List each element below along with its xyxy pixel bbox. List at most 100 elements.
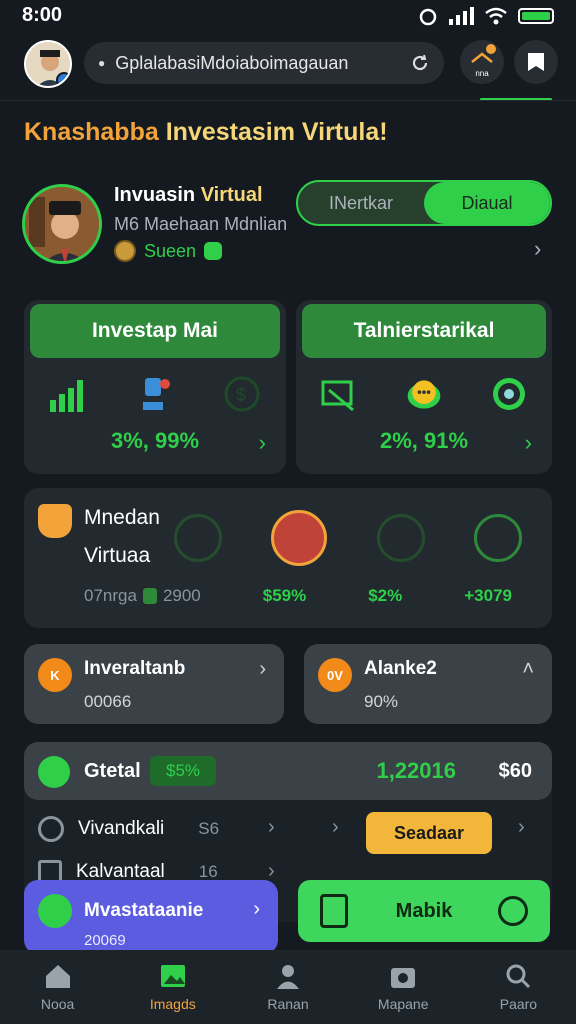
notification-label: nna bbox=[475, 69, 489, 78]
gold-chevron-icon[interactable]: › bbox=[518, 816, 525, 839]
status-text: Sueen bbox=[144, 240, 197, 261]
mode-toggle[interactable]: INertkar Diaual bbox=[296, 180, 552, 226]
invest-card[interactable]: Investap Mai $ 3%, 99% › bbox=[24, 300, 286, 474]
target-icon bbox=[493, 378, 526, 410]
coin-icon bbox=[114, 240, 136, 262]
gear-icon bbox=[376, 514, 425, 562]
virtual-card[interactable]: Mnedan Virtuaa 07nrga 2900 $59% $2% +307… bbox=[24, 488, 552, 628]
alanke-card[interactable]: 0V Alanke2 90% ˄ bbox=[304, 644, 552, 724]
battery-icon bbox=[518, 8, 554, 24]
wallet-icon bbox=[174, 514, 222, 562]
mabik-button[interactable]: Mabik bbox=[298, 880, 550, 942]
tal-card[interactable]: Talnierstarikal 2%, 91% › bbox=[296, 300, 552, 474]
profile-avatar[interactable] bbox=[22, 184, 102, 264]
search-nav-icon bbox=[506, 964, 531, 989]
profile-portrait bbox=[25, 187, 99, 261]
search-bar[interactable]: ● GplalabasiMdoiaboimagauan bbox=[84, 42, 444, 84]
verified-badge-icon bbox=[56, 72, 70, 86]
nav-home[interactable]: Nooa bbox=[0, 950, 115, 1024]
signal-icon bbox=[449, 7, 474, 25]
status-badge-icon bbox=[204, 242, 223, 260]
search-icon: ● bbox=[98, 56, 106, 70]
stat-3: +3079 bbox=[464, 586, 512, 605]
alanke-chevron-up-icon: ˄ bbox=[522, 658, 534, 680]
total-bar[interactable]: Gtetal $5% 1,22016 $60 bbox=[24, 742, 552, 800]
notification-button[interactable]: nna bbox=[460, 40, 504, 84]
page-title-part2: Investasim Virtula! bbox=[165, 118, 388, 146]
toggle-option-1[interactable]: INertkar bbox=[298, 182, 424, 224]
total-currency: $60 bbox=[498, 760, 532, 782]
status-time: 8:00 bbox=[22, 4, 63, 26]
seadaar-button[interactable]: Seadaar bbox=[366, 812, 492, 854]
refresh-icon[interactable] bbox=[410, 53, 430, 73]
nav-home-label: Nooa bbox=[40, 996, 75, 1012]
tal-card-value: 2%, 91% bbox=[379, 428, 469, 453]
page-title: Knashabba Investasim Virtula! bbox=[24, 118, 388, 147]
notification-dot bbox=[486, 44, 496, 54]
footer-left: 07nrga 2900 bbox=[84, 586, 201, 606]
chef-icon bbox=[320, 894, 348, 928]
row-1-amount: S6 bbox=[198, 819, 220, 838]
virtual-card-footer: 07nrga 2900 $59% $2% +3079 bbox=[84, 586, 512, 606]
inveraltanb-card[interactable]: K Inveraltanb 00066 › bbox=[24, 644, 284, 724]
virtual-card-icons bbox=[174, 510, 522, 566]
image-edit-icon bbox=[321, 380, 354, 412]
shield-icon bbox=[38, 504, 72, 538]
row-1-chevron-icon[interactable]: › bbox=[268, 816, 275, 839]
search-input[interactable]: GplalabasiMdoiaboimagauan bbox=[115, 53, 400, 74]
ov-icon: 0V bbox=[318, 658, 352, 692]
alanke-title: Alanke2 bbox=[364, 658, 437, 679]
row-1-chevron2-icon[interactable]: › bbox=[332, 816, 339, 839]
stat-1: $59% bbox=[262, 586, 307, 605]
nav-images[interactable]: Imagds bbox=[115, 950, 230, 1024]
bookmark-icon bbox=[528, 53, 544, 71]
nav-mapane[interactable]: Mapane bbox=[346, 950, 461, 1024]
nav-search-label: Paaro bbox=[499, 996, 538, 1012]
image-icon bbox=[160, 965, 185, 987]
profile-name-part1: Invuasin bbox=[114, 184, 196, 206]
alarm-icon bbox=[419, 8, 437, 26]
profile-subtitle: M6 Maehaan Mdnlian bbox=[114, 214, 288, 234]
mvastataanie-label: Mvastataanie bbox=[84, 900, 204, 921]
tal-card-chevron-icon: › bbox=[524, 430, 532, 455]
total-row-1[interactable]: Vivandkali S6 bbox=[38, 816, 219, 842]
bookmark-button[interactable] bbox=[514, 40, 558, 84]
mabik-label: Mabik bbox=[395, 899, 453, 922]
toggle-option-2[interactable]: Diaual bbox=[424, 182, 550, 224]
tal-card-icons bbox=[296, 374, 552, 414]
header-divider bbox=[0, 100, 576, 101]
profile-chevron-icon[interactable]: › bbox=[534, 236, 541, 262]
nav-ranan[interactable]: Ranan bbox=[230, 950, 345, 1024]
svg-text:$: $ bbox=[236, 385, 246, 405]
row-2-chevron-icon[interactable]: › bbox=[268, 860, 275, 883]
bar-chart-icon bbox=[49, 380, 83, 412]
user-avatar[interactable] bbox=[24, 40, 72, 88]
footer-badge-icon bbox=[142, 588, 157, 604]
footer-num: 2900 bbox=[162, 586, 201, 605]
bottom-nav: Nooa Imagds Ranan Mapane Paaro bbox=[0, 950, 576, 1024]
total-badge: $5% bbox=[150, 756, 216, 786]
total-label: Gtetal bbox=[84, 760, 141, 782]
mvastataanie-chevron-icon: › bbox=[253, 898, 260, 920]
search-action-icon bbox=[498, 896, 528, 926]
nav-mapane-label: Mapane bbox=[377, 996, 429, 1012]
profile-name: Invuasin Virtual bbox=[114, 184, 263, 207]
footer-left-text: 07nrga bbox=[84, 586, 137, 605]
inveraltanb-title: Inveraltanb bbox=[84, 658, 186, 679]
mvastataanie-button[interactable]: Mvastataanie › 20069 bbox=[24, 880, 278, 954]
chat-emoji-icon bbox=[407, 380, 441, 409]
invest-card-title: Investap Mai bbox=[30, 304, 280, 358]
total-icon bbox=[38, 756, 70, 788]
virtual-card-title-1: Mnedan bbox=[84, 506, 160, 529]
inveraltanb-sub: 00066 bbox=[84, 692, 132, 711]
invest-card-icons: $ bbox=[24, 374, 286, 414]
row-2-amount: 16 bbox=[198, 862, 218, 881]
stat-2: $2% bbox=[368, 586, 403, 605]
profile-name-part2: Virtual bbox=[200, 184, 263, 206]
status-icons bbox=[418, 6, 554, 26]
inveraltanb-chevron-icon: › bbox=[259, 658, 266, 680]
nav-search[interactable]: Paaro bbox=[461, 950, 576, 1024]
invest-card-chevron-icon: › bbox=[258, 430, 266, 455]
search-user-icon bbox=[38, 816, 64, 842]
invest-card-value: 3%, 99% bbox=[110, 428, 200, 453]
